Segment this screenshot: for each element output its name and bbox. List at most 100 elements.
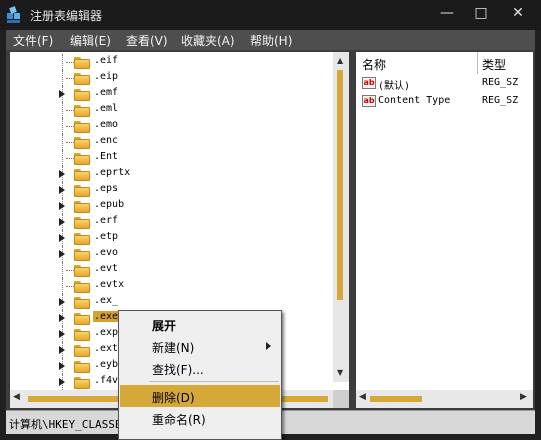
expand-arrow-icon[interactable] xyxy=(59,186,65,194)
minimize-icon: — xyxy=(440,5,454,21)
tree-connector-line xyxy=(62,54,63,70)
tree-item-label: .ext xyxy=(94,343,119,354)
string-value-icon: ab xyxy=(362,95,376,107)
expand-arrow-icon[interactable] xyxy=(59,170,65,178)
tree-item[interactable]: .emo xyxy=(10,118,340,134)
maximize-icon: □ xyxy=(474,5,488,21)
minimize-button[interactable]: — xyxy=(430,0,464,26)
column-header-type[interactable]: 类型 xyxy=(478,52,533,74)
expand-arrow-icon[interactable] xyxy=(59,362,65,370)
column-header-name[interactable]: 名称 xyxy=(356,52,478,74)
scroll-up-icon[interactable]: ▲ xyxy=(337,56,343,65)
tree-item[interactable]: .eprtx xyxy=(10,166,340,182)
context-menu-item[interactable]: 展开 xyxy=(120,313,280,335)
maximize-button[interactable]: □ xyxy=(464,0,498,26)
tree-item-label: .evo xyxy=(94,247,119,258)
expand-arrow-icon[interactable] xyxy=(59,218,65,226)
expand-arrow-icon[interactable] xyxy=(59,378,65,386)
expand-arrow-icon[interactable] xyxy=(59,250,65,258)
context-menu-item[interactable]: 删除(D) xyxy=(120,385,280,407)
folder-icon xyxy=(74,200,90,213)
folder-icon xyxy=(74,88,90,101)
tree-item[interactable]: .ex_ xyxy=(10,294,340,310)
tree-item[interactable]: .eps xyxy=(10,182,340,198)
menu-view[interactable]: 查看(V) xyxy=(126,32,168,49)
tree-connector-line xyxy=(62,70,63,86)
folder-icon xyxy=(74,184,90,197)
tree-item-label: .eps xyxy=(94,183,119,194)
expand-arrow-icon[interactable] xyxy=(59,346,65,354)
values-hscroll-thumb[interactable] xyxy=(370,396,422,402)
tree-item[interactable]: .Ent xyxy=(10,150,340,166)
context-menu-item[interactable]: 新建(N) xyxy=(120,335,280,357)
folder-icon xyxy=(74,376,90,389)
tree-item[interactable]: .etp xyxy=(10,230,340,246)
folder-icon xyxy=(74,296,90,309)
tree-item[interactable]: .eip xyxy=(10,70,340,86)
tree-item[interactable]: .eif xyxy=(10,54,340,70)
scroll-left-icon[interactable]: ◀ xyxy=(13,392,20,402)
folder-icon xyxy=(74,280,90,293)
scrollbar-corner xyxy=(333,390,349,408)
values-pane[interactable]: 名称 类型 ab (默认) REG_SZ ab Content Type REG_SZ xyxy=(356,52,533,408)
tree-connector-line xyxy=(62,262,63,278)
tree-item[interactable]: .erf xyxy=(10,214,340,230)
tree-item-label: .Ent xyxy=(94,151,119,162)
folder-icon xyxy=(74,216,90,229)
context-menu-label: 查找(F)... xyxy=(152,363,204,377)
tree-item[interactable]: .evo xyxy=(10,246,340,262)
tree-item-label: .eprtx xyxy=(94,167,131,178)
tree-item-label: .eml xyxy=(94,103,119,114)
context-menu-label: 展开 xyxy=(152,319,177,333)
tree-item-label: .evtx xyxy=(94,279,125,290)
scroll-right-icon[interactable]: ▶ xyxy=(520,392,527,402)
tree-item[interactable]: .epub xyxy=(10,198,340,214)
expand-arrow-icon[interactable] xyxy=(59,298,65,306)
folder-icon xyxy=(74,104,90,117)
folder-icon xyxy=(74,120,90,133)
registry-app-icon xyxy=(7,6,20,23)
menu-separator xyxy=(149,381,279,382)
registry-editor-window: 注册表编辑器 — □ ✕ 文件(F) 编辑(E) 查看(V) 收藏夹(A) 帮助… xyxy=(0,0,541,440)
tree-connector-line xyxy=(62,278,63,294)
scroll-down-icon[interactable]: ▼ xyxy=(337,368,343,377)
tree-item[interactable]: .enc xyxy=(10,134,340,150)
expand-arrow-icon[interactable] xyxy=(59,330,65,338)
expand-arrow-icon[interactable] xyxy=(59,234,65,242)
context-menu-item[interactable]: 重命名(R) xyxy=(120,407,280,429)
tree-vertical-scrollbar[interactable]: ▲ ▼ xyxy=(333,52,349,382)
menu-edit[interactable]: 编辑(E) xyxy=(70,32,111,49)
tree-item-label: .evt xyxy=(94,263,119,274)
window-title: 注册表编辑器 xyxy=(30,9,103,23)
tree-vscroll-thumb[interactable] xyxy=(337,70,343,300)
value-row[interactable]: ab Content Type REG_SZ xyxy=(356,93,533,110)
tree-item[interactable]: .emf xyxy=(10,86,340,102)
folder-icon xyxy=(74,312,90,325)
tree-item[interactable]: .evt xyxy=(10,262,340,278)
value-row[interactable]: ab (默认) REG_SZ xyxy=(356,75,533,92)
folder-icon xyxy=(74,168,90,181)
context-menu: 展开新建(N) 查找(F)... 删除(D) 重命名(R) xyxy=(118,310,282,440)
tree-item-label: .enc xyxy=(94,135,119,146)
tree-item-label: .epub xyxy=(94,199,125,210)
tree-item-label: .f4v xyxy=(94,375,119,386)
tree-connector-line xyxy=(62,118,63,134)
menu-help[interactable]: 帮助(H) xyxy=(250,32,292,49)
tree-item[interactable]: .evtx xyxy=(10,278,340,294)
scroll-left-icon[interactable]: ◀ xyxy=(359,392,366,402)
tree-item-label: .eif xyxy=(94,55,119,66)
close-button[interactable]: ✕ xyxy=(498,0,538,26)
menu-file[interactable]: 文件(F) xyxy=(13,32,53,49)
expand-arrow-icon[interactable] xyxy=(59,90,65,98)
tree-item-label: .eip xyxy=(94,71,119,82)
context-menu-item[interactable]: 查找(F)... xyxy=(120,357,280,379)
values-horizontal-scrollbar[interactable]: ◀ ▶ xyxy=(356,390,533,408)
tree-item-label: .ex_ xyxy=(94,295,119,306)
title-bar[interactable]: 注册表编辑器 — □ ✕ xyxy=(0,0,541,30)
tree-item[interactable]: .eml xyxy=(10,102,340,118)
expand-arrow-icon[interactable] xyxy=(59,202,65,210)
menu-favorites[interactable]: 收藏夹(A) xyxy=(181,32,235,49)
current-key-path: 计算机\HKEY_CLASSE xyxy=(9,418,122,431)
tree-item-label: .emf xyxy=(94,87,119,98)
expand-arrow-icon[interactable] xyxy=(59,314,65,322)
